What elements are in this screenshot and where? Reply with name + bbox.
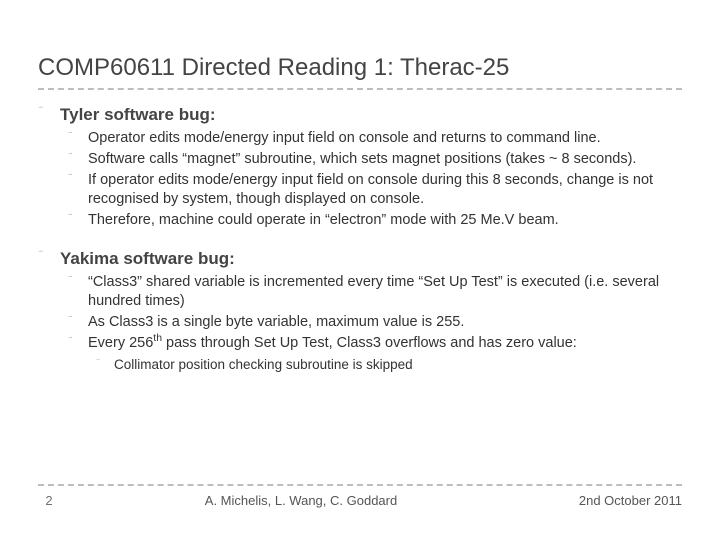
section-heading: ؔ Yakima software bug:	[38, 248, 682, 269]
item-text: Every 256th pass through Set Up Test, Cl…	[88, 334, 577, 353]
list-item: ؔ Every 256th pass through Set Up Test, …	[68, 334, 682, 353]
heading-text: Tyler software bug:	[60, 104, 216, 125]
page-number: 2	[38, 493, 60, 508]
bullet-icon: ؔ	[38, 248, 60, 269]
footer: 2 A. Michelis, L. Wang, C. Goddard 2nd O…	[38, 484, 682, 510]
heading-text: Yakima software bug:	[60, 248, 235, 269]
list-item: ؔ “Class3” shared variable is incremente…	[68, 273, 682, 311]
list-item: ؔ Operator edits mode/energy input field…	[68, 129, 682, 148]
item-text: “Class3” shared variable is incremented …	[88, 273, 682, 311]
list-item: ؔ As Class3 is a single byte variable, m…	[68, 313, 682, 332]
item-text: Operator edits mode/energy input field o…	[88, 129, 601, 148]
bullet-icon: ؔ	[68, 334, 88, 353]
bullet-icon: ؔ	[68, 171, 88, 209]
item-text: Collimator position checking subroutine …	[114, 356, 413, 374]
footer-authors: A. Michelis, L. Wang, C. Goddard	[60, 493, 542, 508]
list-item: ؔ Therefore, machine could operate in “e…	[68, 211, 682, 230]
slide-title: COMP60611 Directed Reading 1: Therac-25	[38, 54, 682, 90]
bullet-icon: ؔ	[38, 104, 60, 125]
footer-date: 2nd October 2011	[542, 493, 682, 508]
bullet-icon: ؔ	[68, 150, 88, 169]
item-text: If operator edits mode/energy input fiel…	[88, 171, 682, 209]
bullet-icon: ؔ	[68, 211, 88, 230]
section-items: ؔ Operator edits mode/energy input field…	[68, 129, 682, 230]
item-text: As Class3 is a single byte variable, max…	[88, 313, 464, 332]
bullet-icon: ؔ	[96, 356, 114, 374]
slide: COMP60611 Directed Reading 1: Therac-25 …	[0, 0, 720, 540]
bullet-icon: ؔ	[68, 129, 88, 148]
list-item: ؔ Software calls “magnet” subroutine, wh…	[68, 150, 682, 169]
item-text: Therefore, machine could operate in “ele…	[88, 211, 559, 230]
bullet-icon: ؔ	[68, 273, 88, 311]
bullet-icon: ؔ	[68, 313, 88, 332]
list-item: ؔ If operator edits mode/energy input fi…	[68, 171, 682, 209]
sub-items: ؔ Collimator position checking subroutin…	[96, 356, 682, 374]
section-heading: ؔ Tyler software bug:	[38, 104, 682, 125]
section-items: ؔ “Class3” shared variable is incremente…	[68, 273, 682, 374]
item-text: Software calls “magnet” subroutine, whic…	[88, 150, 636, 169]
list-item: ؔ Collimator position checking subroutin…	[96, 356, 682, 374]
